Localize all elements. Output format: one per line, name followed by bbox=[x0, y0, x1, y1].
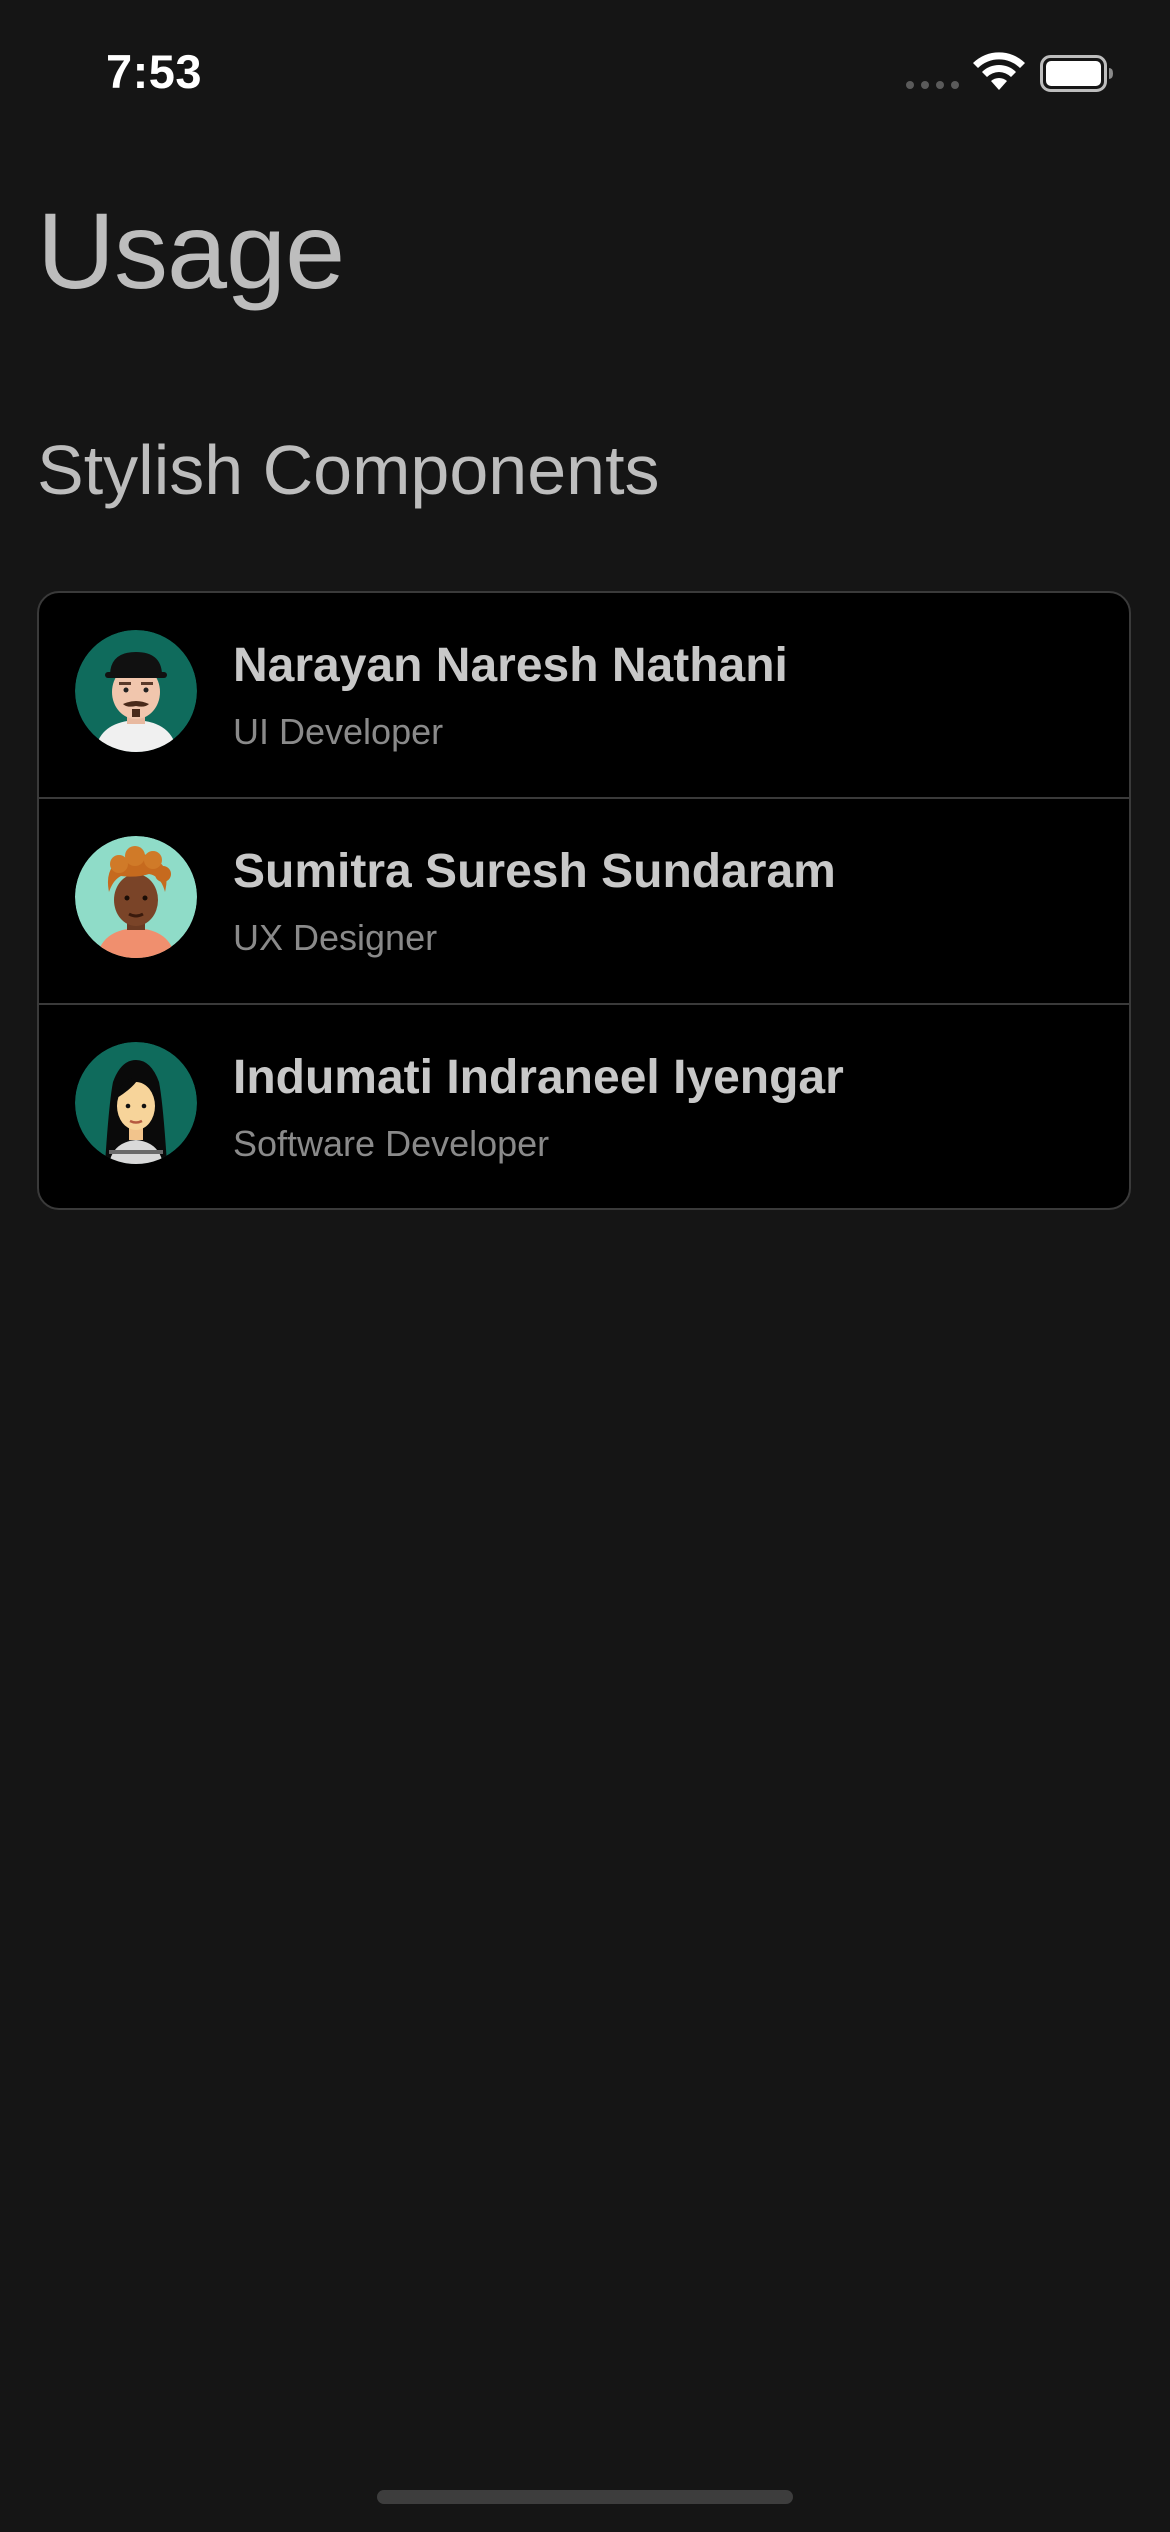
section-title: Stylish Components bbox=[37, 431, 660, 509]
list-item[interactable]: Indumati Indraneel Iyengar Software Deve… bbox=[39, 1005, 1129, 1208]
home-indicator[interactable] bbox=[377, 2490, 793, 2504]
woman-curly-hair-avatar-icon bbox=[75, 836, 197, 958]
person-role: UI Developer bbox=[233, 711, 444, 752]
person-role: UX Designer bbox=[233, 917, 438, 958]
person-name: Narayan Naresh Nathani bbox=[233, 639, 788, 692]
person-name: Sumitra Suresh Sundaram bbox=[233, 845, 836, 898]
woman-black-hair-avatar-icon bbox=[75, 1042, 197, 1164]
person-role: Software Developer bbox=[233, 1123, 550, 1164]
people-list-card: Narayan Naresh Nathani UI Developer Sumi… bbox=[37, 591, 1131, 1210]
list-item[interactable]: Narayan Naresh Nathani UI Developer bbox=[39, 593, 1129, 799]
person-name: Indumati Indraneel Iyengar bbox=[233, 1051, 844, 1104]
man-with-cap-avatar-icon bbox=[75, 630, 197, 752]
list-item[interactable]: Sumitra Suresh Sundaram UX Designer bbox=[39, 799, 1129, 1005]
wifi-icon bbox=[973, 52, 1025, 90]
status-bar: 7:53 bbox=[0, 0, 1170, 150]
status-time: 7:53 bbox=[106, 45, 203, 98]
page-title: Usage bbox=[37, 190, 345, 311]
cellular-signal-icon bbox=[906, 81, 959, 89]
battery-icon bbox=[1040, 55, 1113, 92]
